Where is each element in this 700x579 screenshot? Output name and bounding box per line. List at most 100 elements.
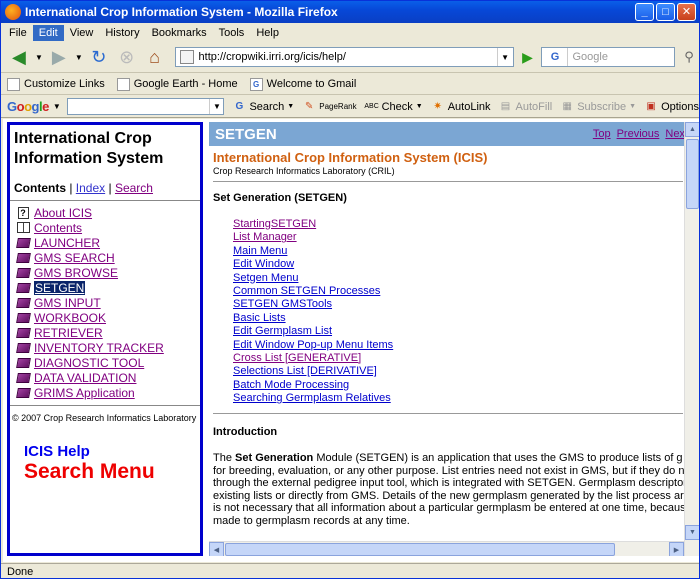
list-item-workbook[interactable]: WORKBOOK [15,310,196,325]
bookmark-gmail[interactable]: G Welcome to Gmail [249,77,356,91]
link-edit-germplasm-list[interactable]: Edit Germplasm List [233,325,332,337]
google-search-label: Search [249,100,285,113]
book-icon [15,267,31,279]
scroll-right-icon[interactable]: ▶ [669,542,684,556]
link-starting-setgen[interactable]: StartingSETGEN [233,218,316,230]
list-item-contents[interactable]: Contents [16,220,196,235]
list-item-diagnostic-tool[interactable]: DIAGNOSTIC TOOL [15,355,196,370]
forward-history-dropdown-icon[interactable]: ▼ [73,44,85,70]
search-icon[interactable]: ⚲ [679,47,699,67]
link-selections-list[interactable]: Selections List [DERIVATIVE] [233,365,377,377]
list-item-label[interactable]: GMS BROWSE [34,266,118,280]
subscribe-button[interactable]: ▦ Subscribe ▼ [560,100,636,114]
home-icon[interactable]: ⌂ [141,44,169,70]
link-searching-germplasm-relatives[interactable]: Searching Germplasm Relatives [233,392,391,404]
link-cross-list[interactable]: Cross List [GENERATIVE] [233,352,361,364]
list-item-about-icis[interactable]: ? About ICIS [16,205,196,220]
go-arrow-icon[interactable]: ▶ [518,47,538,67]
list-item-label[interactable]: INVENTORY TRACKER [34,341,164,355]
link-edit-window-popup-menu-items[interactable]: Edit Window Pop-up Menu Items [233,339,393,351]
menu-bookmarks[interactable]: Bookmarks [146,25,213,41]
list-item-setgen[interactable]: SETGEN [15,280,196,295]
search-input[interactable]: Google [568,51,607,63]
list-item-label[interactable]: DATA VALIDATION [34,371,136,385]
menu-tools[interactable]: Tools [213,25,251,41]
reload-icon[interactable]: ↻ [85,44,113,70]
tab-contents[interactable]: Contents [14,181,66,195]
url-bar[interactable]: http://cropwiki.irri.org/icis/help/ ▼ [174,47,514,67]
scroll-up-icon[interactable]: ▲ [685,122,699,137]
list-item-label[interactable]: SETGEN [34,280,86,295]
autofill-button[interactable]: ▤ AutoFill [499,100,552,114]
bookmark-customize-links[interactable]: Customize Links [7,77,105,91]
scroll-down-icon[interactable]: ▼ [685,525,699,540]
menu-edit[interactable]: Edit [32,24,64,41]
google-toolbar: Google ▼ ▼ G Search ▼ ✎ PageRank ABC Che… [1,96,699,118]
back-history-dropdown-icon[interactable]: ▼ [33,44,45,70]
google-search-dropdown-icon[interactable]: ▼ [209,99,223,114]
list-item-launcher[interactable]: LAUNCHER [15,235,196,250]
window-title: International Crop Information System - … [25,5,338,19]
maximize-button[interactable]: □ [656,3,675,21]
bookmark-star-icon: ✎ [305,101,314,112]
list-item-data-validation[interactable]: DATA VALIDATION [15,370,196,385]
link-setgen-gmstools[interactable]: SETGEN GMSTools [233,298,332,310]
back-arrow-icon[interactable]: ◀ [5,44,33,70]
list-item-label[interactable]: About ICIS [34,206,92,220]
nav-previous-link[interactable]: Previous [617,128,660,140]
link-main-menu[interactable]: Main Menu [233,245,287,257]
intro-bold-term: Set Generation [235,452,314,465]
link-edit-window[interactable]: Edit Window [233,258,294,270]
options-button[interactable]: ▣ Options [644,100,699,114]
list-item-inventory-tracker[interactable]: INVENTORY TRACKER [15,340,196,355]
menu-history[interactable]: History [99,25,145,41]
forward-arrow-icon[interactable]: ▶ [45,44,73,70]
search-bar[interactable]: G Google [541,47,676,67]
list-item-label[interactable]: RETRIEVER [34,326,103,340]
link-common-setgen-processes[interactable]: Common SETGEN Processes [233,285,380,297]
link-list-manager[interactable]: List Manager [233,231,297,243]
link-batch-mode-processing[interactable]: Batch Mode Processing [233,379,349,391]
tab-search[interactable]: Search [115,181,153,195]
menu-help[interactable]: Help [250,25,285,41]
google-search-button[interactable]: G Search ▼ [232,100,295,114]
horizontal-scroll-thumb[interactable] [225,543,615,556]
list-item-gms-input[interactable]: GMS INPUT [15,295,196,310]
list-item-label[interactable]: Contents [34,221,82,235]
scroll-left-icon[interactable]: ◀ [209,542,224,556]
nav-top-link[interactable]: Top [593,128,611,140]
stop-icon[interactable]: ⊗ [113,44,141,70]
help-caption-line2: Search Menu [24,460,155,483]
list-item-label[interactable]: WORKBOOK [34,311,106,325]
list-item-label[interactable]: GMS INPUT [34,296,101,310]
google-menu-dropdown-icon[interactable]: ▼ [53,102,61,111]
google-search-input[interactable]: ▼ [66,98,225,115]
menu-file[interactable]: File [3,25,33,41]
list-item-label[interactable]: GMS SEARCH [34,251,115,265]
pagerank-indicator[interactable]: ✎ PageRank [302,100,357,114]
menu-view[interactable]: View [64,25,100,41]
horizontal-scrollbar[interactable]: ◀ ▶ [209,541,684,556]
minimize-button[interactable]: _ [635,3,654,21]
list-item-gms-search[interactable]: GMS SEARCH [15,250,196,265]
google-logo[interactable]: Google [7,99,49,114]
close-button[interactable]: ✕ [677,3,696,21]
url-dropdown-icon[interactable]: ▼ [496,48,513,66]
link-basic-lists[interactable]: Basic Lists [233,312,286,324]
list-item-gms-browse[interactable]: GMS BROWSE [15,265,196,280]
bookmark-google-earth[interactable]: Google Earth - Home [116,77,238,91]
vertical-scrollbar[interactable]: ▲ ▼ [684,122,699,556]
autolink-button[interactable]: ✷ AutoLink [431,100,491,114]
system-heading: International Crop Information System (I… [213,150,488,165]
spellcheck-button[interactable]: ABC Check ▼ [364,100,422,114]
list-item-label[interactable]: LAUNCHER [34,236,100,250]
list-item-label[interactable]: DIAGNOSTIC TOOL [34,356,144,370]
search-engine-icon[interactable]: G [542,48,569,66]
vertical-scroll-thumb[interactable] [686,139,699,209]
url-text[interactable]: http://cropwiki.irri.org/icis/help/ [199,51,497,63]
list-item-label[interactable]: GRIMS Application [34,386,135,400]
tab-index[interactable]: Index [76,181,105,195]
list-item-grims-application[interactable]: GRIMS Application [15,385,196,400]
link-setgen-menu[interactable]: Setgen Menu [233,272,298,284]
list-item-retriever[interactable]: RETRIEVER [15,325,196,340]
